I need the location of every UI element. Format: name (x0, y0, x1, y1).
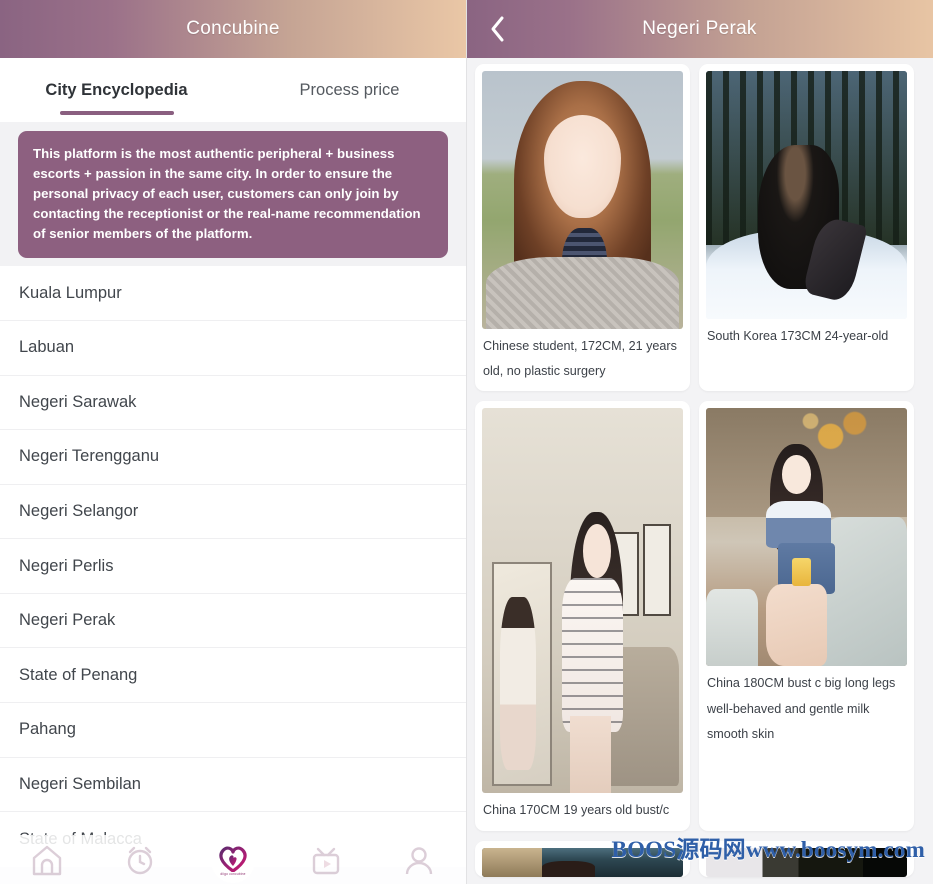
bottom-tab-bar: diigo concubine (0, 835, 466, 884)
tab-city-encyclopedia-label: City Encyclopedia (45, 80, 188, 99)
profile-card[interactable]: Chinese student, 172CM, 21 years old, no… (475, 64, 690, 392)
city-item-label: Negeri Perlis (19, 556, 114, 575)
tab-process-price-label: Process price (299, 80, 400, 99)
list-item[interactable]: Negeri Perlis (0, 539, 466, 594)
tab-process-price[interactable]: Process price (233, 58, 466, 122)
profile-caption: China 180CM bust c big long legs well-be… (707, 676, 896, 741)
chevron-left-icon (489, 15, 506, 43)
heart-logo-icon: diigo concubine (211, 838, 255, 883)
site-watermark: BOOS源码网www.boosym.com (611, 837, 925, 862)
profile-photo (706, 408, 907, 667)
list-item[interactable]: Negeri Sembilan (0, 757, 466, 813)
list-item[interactable]: Negeri Perak (0, 593, 466, 649)
list-item[interactable]: Negeri Terengganu (0, 430, 466, 485)
left-phone-panel: Concubine City Encyclopedia Process pric… (0, 0, 466, 884)
profile-caption: China 170CM 19 years old bust/c (483, 803, 670, 818)
city-item-label: Negeri Sarawak (19, 392, 137, 411)
tab-city-encyclopedia[interactable]: City Encyclopedia (0, 58, 233, 122)
list-item[interactable]: Kuala Lumpur (0, 266, 466, 321)
tabbar-item-alarm[interactable] (93, 835, 186, 884)
home-icon (30, 844, 64, 876)
list-item[interactable]: Negeri Selangor (0, 484, 466, 540)
right-header-bar: Negeri Perak (466, 0, 933, 58)
profile-photo (706, 71, 907, 319)
profile-card[interactable]: China 180CM bust c big long legs well-be… (699, 401, 914, 831)
profile-photo (482, 71, 683, 329)
profile-photo (482, 408, 683, 794)
right-phone-panel: Negeri Perak Chinese student, 172CM, 21 … (466, 0, 933, 884)
profile-card[interactable]: South Korea 173CM 24-year-old (699, 64, 914, 392)
tabbar-item-video[interactable] (280, 835, 373, 884)
region-title: Negeri Perak (642, 18, 757, 39)
list-item[interactable]: Labuan (0, 320, 466, 376)
dual-phone-screenshot: Concubine City Encyclopedia Process pric… (0, 0, 933, 884)
tab-strip: City Encyclopedia Process price (0, 58, 466, 122)
tabbar-item-profile[interactable] (373, 835, 466, 884)
person-icon (402, 844, 436, 876)
profile-caption: Chinese student, 172CM, 21 years old, no… (483, 339, 677, 379)
city-item-label: State of Penang (19, 665, 138, 684)
heart-logo-caption: diigo concubine (220, 871, 246, 876)
alarm-clock-icon (123, 844, 157, 876)
city-item-label: Negeri Terengganu (19, 447, 160, 466)
panel-divider (466, 0, 467, 884)
city-list: Kuala Lumpur Labuan Negeri Sarawak Neger… (0, 266, 466, 867)
tabbar-item-home[interactable] (0, 835, 93, 884)
video-play-icon (309, 844, 343, 876)
back-button[interactable] (476, 0, 518, 58)
left-content-area: This platform is the most authentic peri… (0, 122, 466, 884)
city-item-label: Pahang (19, 720, 76, 739)
list-item[interactable]: State of Penang (0, 648, 466, 704)
left-header-bar: Concubine (0, 0, 466, 58)
city-item-label: Kuala Lumpur (19, 283, 122, 302)
city-item-label: Negeri Perak (19, 611, 116, 630)
city-item-label: Labuan (19, 338, 75, 357)
platform-notice-banner: This platform is the most authentic peri… (18, 131, 448, 259)
profile-card[interactable]: China 170CM 19 years old bust/c (475, 401, 690, 831)
profile-caption: South Korea 173CM 24-year-old (707, 329, 889, 343)
profile-card-grid: Chinese student, 172CM, 21 years old, no… (466, 58, 933, 884)
list-item[interactable]: Negeri Sarawak (0, 375, 466, 431)
city-item-label: Negeri Selangor (19, 501, 139, 520)
page-title: Concubine (186, 18, 280, 39)
list-item[interactable]: Pahang (0, 703, 466, 758)
city-item-label: Negeri Sembilan (19, 774, 141, 793)
tabbar-item-home-logo[interactable]: diigo concubine (186, 835, 279, 884)
